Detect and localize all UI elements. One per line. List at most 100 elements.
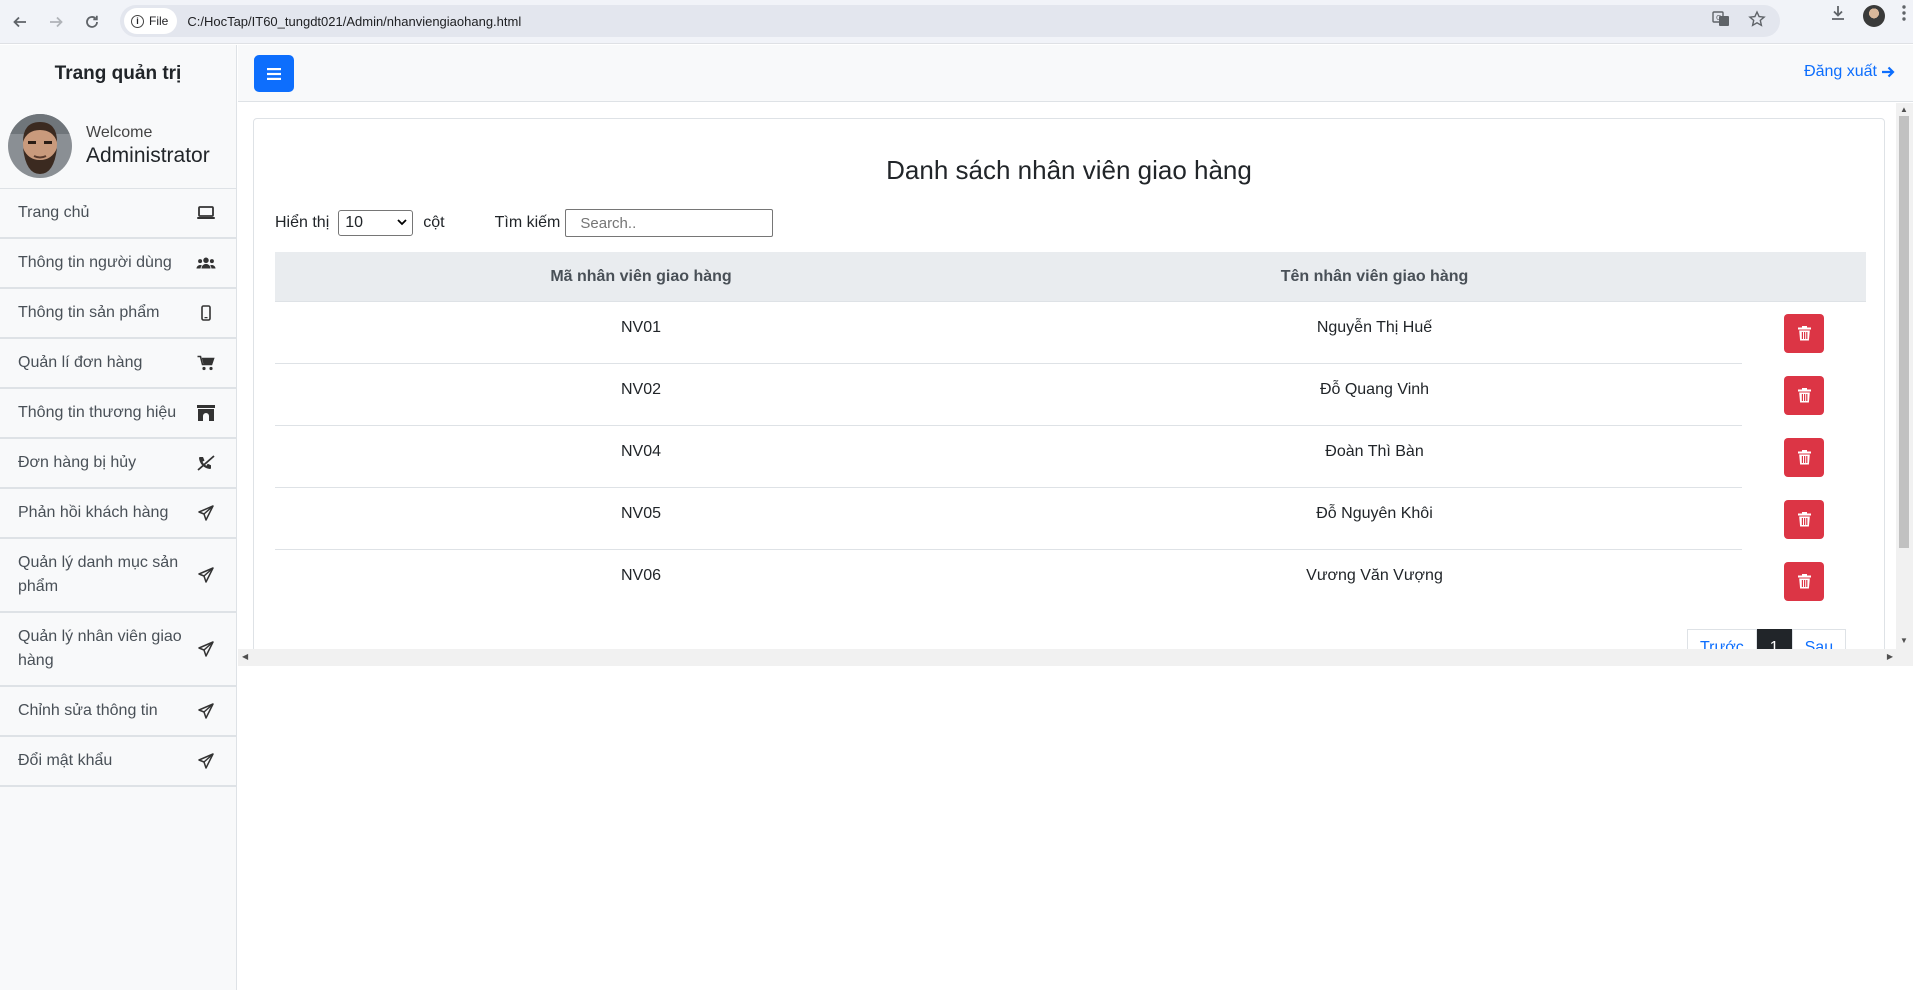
- logout-link[interactable]: Đăng xuất: [1804, 63, 1895, 81]
- mobile-icon: [196, 305, 216, 321]
- cell-name: Vương Văn Vượng: [1306, 567, 1443, 584]
- sidebar-item-edit-info[interactable]: Chỉnh sửa thông tin: [0, 687, 236, 737]
- cell-name: Đỗ Nguyên Khôi: [1316, 505, 1433, 522]
- cell-id: NV01: [620, 319, 662, 336]
- sidebar-item-users[interactable]: Thông tin người dùng: [0, 239, 236, 289]
- page-title: Danh sách nhân viên giao hàng: [886, 155, 1252, 185]
- cell-name: Nguyễn Thị Huế: [1316, 319, 1433, 336]
- archway-icon: [196, 405, 216, 421]
- site-info-label: File: [149, 14, 169, 28]
- kebab-menu-icon[interactable]: [1901, 4, 1907, 27]
- table-row: NV05 Đỗ Nguyên Khôi: [275, 488, 1866, 550]
- cell-id: NV04: [620, 443, 662, 460]
- delete-button[interactable]: [1784, 314, 1824, 353]
- sidebar-item-label: Thông tin thương hiệu: [18, 404, 177, 421]
- scroll-down-icon[interactable]: ▼: [1900, 636, 1908, 645]
- user-panel: Welcome Administrator: [0, 103, 236, 189]
- delete-button[interactable]: [1784, 376, 1824, 415]
- topbar: Đăng xuất: [238, 45, 1913, 102]
- delete-button[interactable]: [1784, 500, 1824, 539]
- back-button[interactable]: [2, 4, 38, 40]
- info-icon: i: [131, 14, 144, 28]
- sidebar-item-label: Thông tin người dùng: [18, 254, 172, 271]
- trash-icon: [1797, 326, 1811, 341]
- phone-slash-icon: [196, 455, 216, 471]
- paper-plane-icon: [196, 703, 216, 719]
- main-content: Danh sách nhân viên giao hàng Hiển thị 1…: [238, 103, 1913, 666]
- vertical-scrollbar[interactable]: ▲ ▼: [1896, 103, 1913, 649]
- site-info-chip[interactable]: i File: [124, 8, 178, 34]
- sidebar-item-feedback[interactable]: Phản hồi khách hàng: [0, 489, 236, 539]
- sidebar-item-orders[interactable]: Quản lí đơn hàng: [0, 339, 236, 389]
- table-row: NV01 Nguyễn Thị Huế: [275, 302, 1866, 364]
- scroll-up-icon[interactable]: ▲: [1900, 105, 1908, 114]
- page-size-value: 10: [345, 214, 364, 231]
- cell-name: Đoàn Thì Bàn: [1325, 443, 1424, 460]
- sidebar-item-label: Quản lí đơn hàng: [18, 354, 143, 371]
- trash-icon: [1797, 388, 1811, 403]
- cell-id: NV02: [620, 381, 662, 398]
- sidebar-toggle-button[interactable]: [254, 55, 294, 92]
- sidebar-item-cancelled-orders[interactable]: Đơn hàng bị hủy: [0, 439, 236, 489]
- page-size-select[interactable]: 10: [338, 210, 414, 236]
- cell-id: NV06: [620, 567, 662, 584]
- arrow-right-icon: [50, 16, 63, 27]
- users-icon: [196, 255, 216, 271]
- sidebar-item-label: Phản hồi khách hàng: [18, 504, 169, 521]
- content-card: Danh sách nhân viên giao hàng Hiển thị 1…: [253, 118, 1885, 666]
- logout-label: Đăng xuất: [1804, 63, 1877, 80]
- trash-icon: [1797, 450, 1811, 465]
- cart-icon: [196, 355, 216, 371]
- username: Administrator: [86, 143, 210, 167]
- table-row: NV06 Vương Văn Vượng: [275, 550, 1866, 612]
- column-header-name: Tên nhân viên giao hàng: [1280, 267, 1469, 285]
- sidebar-item-products[interactable]: Thông tin sản phẩm: [0, 289, 236, 339]
- laptop-icon: [196, 205, 216, 221]
- table-row: NV04 Đoàn Thì Bàn: [275, 426, 1866, 488]
- paper-plane-icon: [196, 753, 216, 769]
- sidebar-item-categories[interactable]: Quản lý danh mục sản phẩm: [0, 539, 236, 613]
- delete-button[interactable]: [1784, 438, 1824, 477]
- forward-button[interactable]: [38, 4, 74, 40]
- download-icon[interactable]: [1829, 4, 1847, 27]
- sidebar-item-label: Thông tin sản phẩm: [18, 304, 160, 321]
- vertical-scroll-thumb[interactable]: [1899, 116, 1909, 548]
- trash-icon: [1797, 512, 1811, 527]
- sidebar-brand: Trang quản trị: [54, 63, 182, 84]
- shipper-table: Mã nhân viên giao hàng Tên nhân viên gia…: [275, 252, 1866, 612]
- url-text[interactable]: C:/HocTap/IT60_tungdt021/Admin/nhanvieng…: [187, 14, 521, 29]
- cell-id: NV05: [620, 505, 662, 522]
- browser-toolbar: i File C:/HocTap/IT60_tungdt021/Admin/nh…: [0, 0, 1913, 44]
- search-input[interactable]: Search..: [565, 209, 774, 237]
- reload-button[interactable]: [74, 4, 110, 40]
- bookmark-star-icon[interactable]: [1748, 9, 1766, 33]
- hamburger-icon: [267, 67, 281, 80]
- show-label: Hiển thị: [275, 214, 330, 231]
- columns-label: cột: [423, 214, 445, 231]
- sidebar-item-label: Đổi mật khẩu: [18, 752, 113, 769]
- arrow-left-icon: [13, 16, 26, 27]
- horizontal-scrollbar[interactable]: ◀ ▶: [238, 649, 1913, 666]
- column-header-id: Mã nhân viên giao hàng: [550, 267, 732, 285]
- sidebar-item-home[interactable]: Trang chủ: [0, 189, 236, 239]
- paper-plane-icon: [196, 641, 216, 657]
- trash-icon: [1797, 574, 1811, 589]
- svg-text:G: G: [1716, 14, 1721, 22]
- scroll-left-icon[interactable]: ◀: [242, 652, 248, 661]
- sidebar-item-label: Trang chủ: [18, 204, 90, 221]
- sidebar-item-shippers[interactable]: Quản lý nhân viên giao hàng: [0, 613, 236, 687]
- scroll-right-icon[interactable]: ▶: [1887, 652, 1893, 661]
- search-label: Tìm kiếm: [494, 214, 561, 231]
- sidebar-item-change-password[interactable]: Đổi mật khẩu: [0, 737, 236, 787]
- reload-icon: [86, 15, 98, 28]
- address-bar[interactable]: i File C:/HocTap/IT60_tungdt021/Admin/nh…: [120, 5, 1780, 37]
- translate-icon[interactable]: G: [1712, 10, 1730, 33]
- cell-name: Đỗ Quang Vinh: [1319, 381, 1430, 398]
- delete-button[interactable]: [1784, 562, 1824, 601]
- sidebar-item-label: Quản lý danh mục sản phẩm: [18, 554, 179, 595]
- table-controls: Hiển thị 10 cột Tìm kiếm Search..: [275, 209, 774, 237]
- profile-avatar[interactable]: [1863, 4, 1885, 27]
- avatar: [8, 113, 72, 178]
- sidebar-item-brands[interactable]: Thông tin thương hiệu: [0, 389, 236, 439]
- arrow-right-icon: [1882, 66, 1895, 78]
